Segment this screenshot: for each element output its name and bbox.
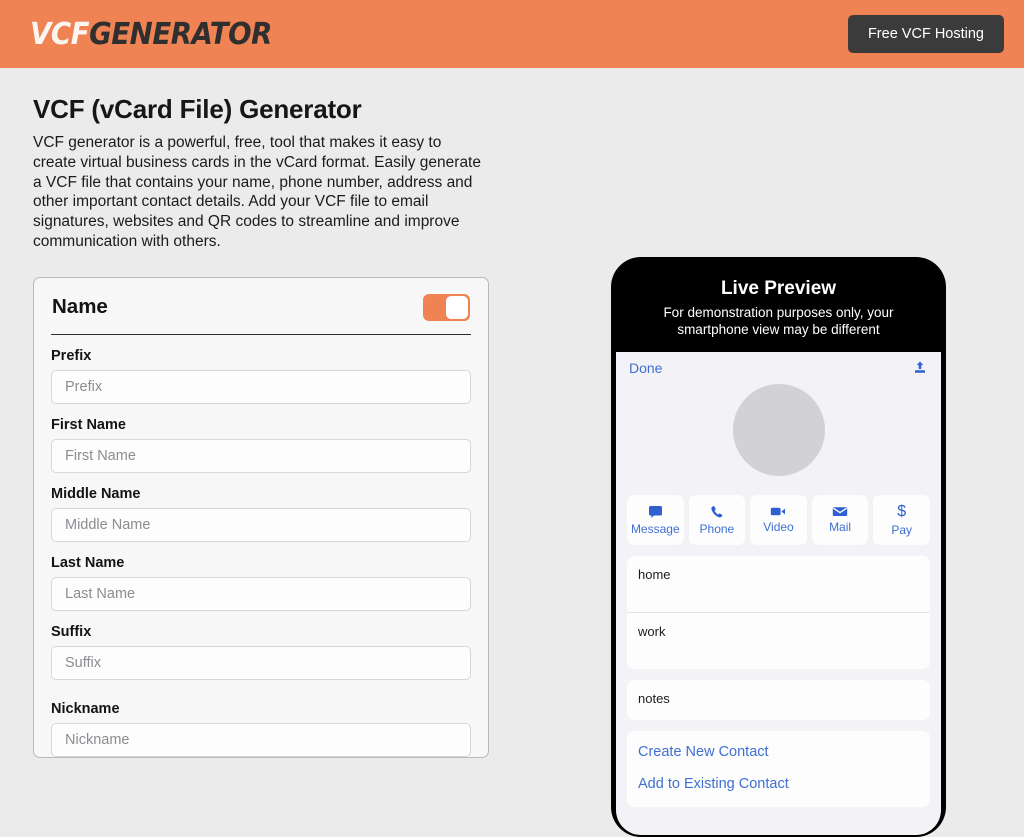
dollar-sign-icon: $ [897,504,906,520]
logo-text-secondary: GENERATOR [89,17,272,52]
label-prefix: Prefix [51,348,471,364]
page-title: VCF (vCard File) Generator [33,94,500,125]
contact-card-topbar: Done [627,352,930,376]
contact-detail-group: home work [627,556,930,669]
contact-links-group: Create New Contact Add to Existing Conta… [627,731,930,807]
field-suffix: Suffix [51,611,471,680]
label-last-name: Last Name [51,555,471,571]
phone-preview-frame: Live Preview For demonstration purposes … [611,257,946,837]
input-nickname[interactable] [51,723,471,757]
free-vcf-hosting-button[interactable]: Free VCF Hosting [848,15,1004,53]
action-video[interactable]: Video [750,495,807,545]
intro-description: VCF generator is a powerful, free, tool … [33,133,485,252]
name-form-card: Name Prefix First Name Middle Name [33,277,489,758]
field-last-name: Last Name [51,542,471,611]
label-middle-name: Middle Name [51,486,471,502]
action-phone-label: Phone [700,522,735,536]
add-to-existing-contact-link[interactable]: Add to Existing Contact [627,768,930,800]
notes-row[interactable]: notes [627,680,930,720]
contact-action-buttons: Message Phone [627,495,930,545]
action-mail-label: Mail [829,520,851,534]
name-section-toggle[interactable] [423,294,470,321]
name-section-header: Name [51,294,471,335]
label-nickname: Nickname [51,701,471,717]
phone-handset-icon [710,505,724,519]
logo-text-primary: VCF [30,17,89,52]
content-columns: VCF (vCard File) Generator VCF generator… [0,68,1024,758]
contact-avatar [733,384,825,476]
field-nickname: Nickname [51,680,471,757]
video-camera-icon [770,506,786,517]
field-first-name: First Name [51,404,471,473]
input-suffix[interactable] [51,646,471,680]
input-last-name[interactable] [51,577,471,611]
create-new-contact-link[interactable]: Create New Contact [627,736,930,768]
action-video-label: Video [763,520,793,534]
phone-screen: Done [616,352,941,835]
input-prefix[interactable] [51,370,471,404]
site-header: VCFGENERATOR Free VCF Hosting [0,0,1024,68]
name-section-title: Name [52,295,108,319]
input-middle-name[interactable] [51,508,471,542]
message-bubble-icon [648,505,663,519]
input-first-name[interactable] [51,439,471,473]
right-column: Live Preview For demonstration purposes … [611,257,946,837]
preview-heading: Live Preview For demonstration purposes … [616,262,941,352]
action-pay-label: Pay [891,523,912,537]
done-button[interactable]: Done [629,360,662,376]
toggle-knob [446,296,468,319]
action-mail[interactable]: Mail [812,495,869,545]
preview-subtitle: For demonstration purposes only, your sm… [638,304,919,339]
action-phone[interactable]: Phone [689,495,746,545]
page-body: VCF (vCard File) Generator VCF generator… [0,68,1024,758]
detail-row-work[interactable]: work [627,612,930,669]
field-middle-name: Middle Name [51,473,471,542]
action-message[interactable]: Message [627,495,684,545]
label-first-name: First Name [51,417,471,433]
envelope-icon [832,506,848,517]
contact-notes-group: notes [627,680,930,720]
action-pay[interactable]: $ Pay [873,495,930,545]
preview-title: Live Preview [638,279,919,300]
label-suffix: Suffix [51,624,471,640]
site-logo[interactable]: VCFGENERATOR [30,17,272,52]
field-prefix: Prefix [51,335,471,404]
left-column: VCF (vCard File) Generator VCF generator… [0,68,500,758]
detail-row-home[interactable]: home [627,556,930,612]
action-message-label: Message [631,522,680,536]
share-upload-icon[interactable] [912,360,928,376]
